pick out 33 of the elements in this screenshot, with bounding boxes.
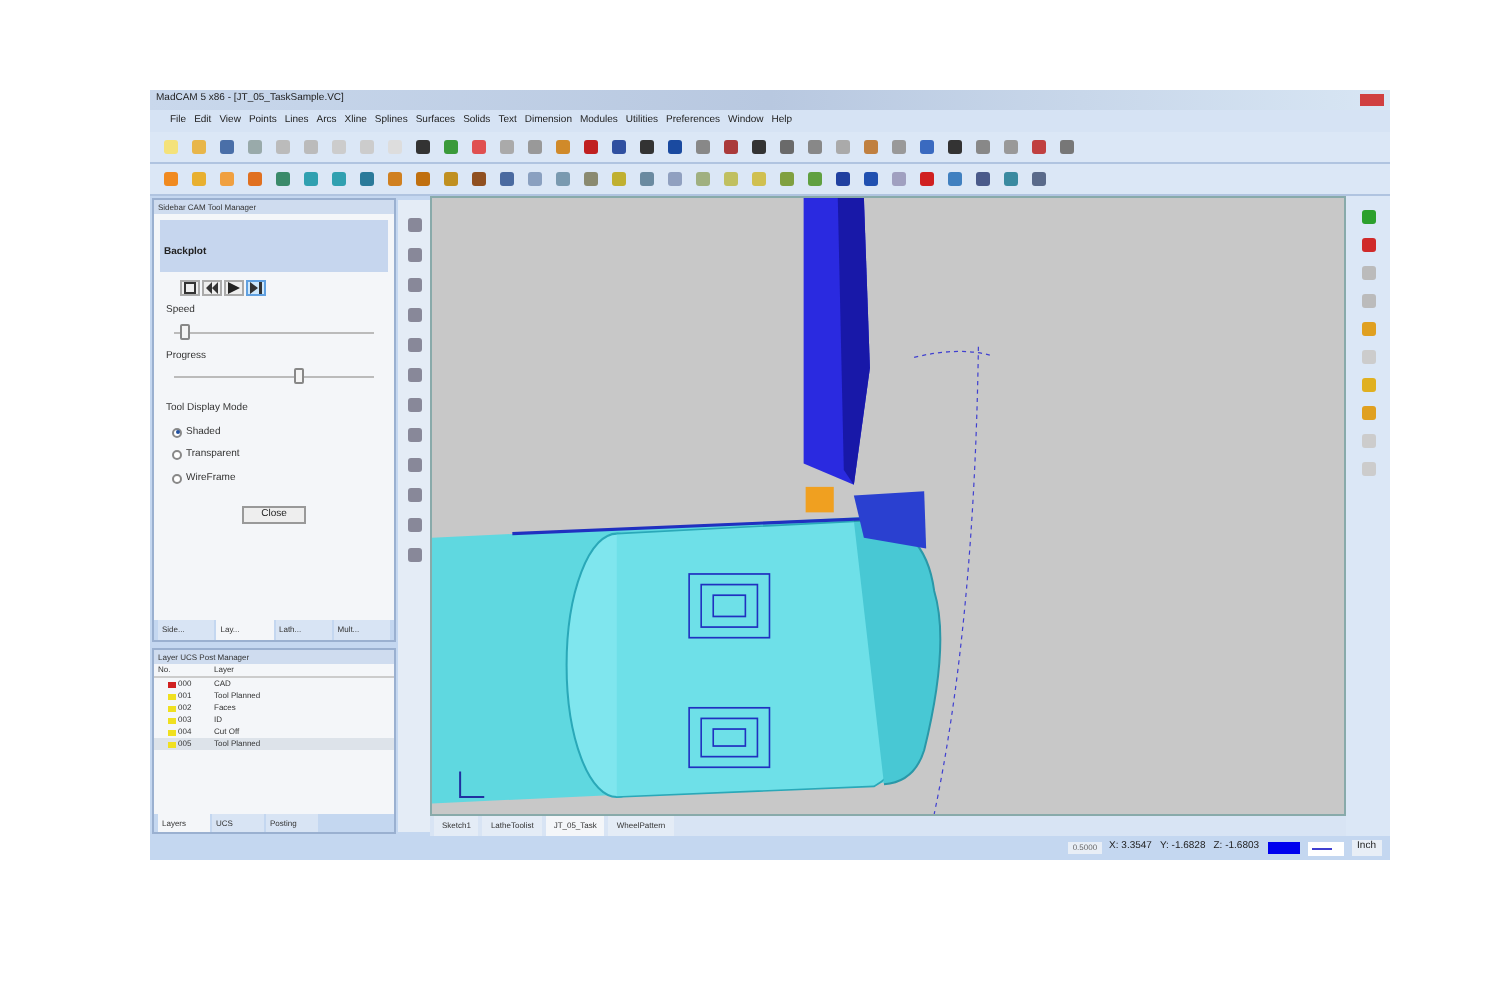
toolbar-button[interactable] (1026, 167, 1050, 191)
axis-icon (459, 771, 485, 799)
playback-button[interactable] (180, 280, 200, 296)
toolbar-button[interactable] (606, 135, 630, 159)
rewind-icon (206, 282, 218, 294)
toolbar-button[interactable] (830, 167, 854, 191)
line-style-dropdown[interactable] (1307, 841, 1344, 855)
toolbar-button[interactable] (914, 167, 938, 191)
play-icon (228, 282, 240, 294)
radio-button[interactable] (172, 427, 182, 438)
radio-button[interactable] (172, 473, 182, 484)
radio-button[interactable] (172, 450, 182, 461)
toolbar-button[interactable] (494, 167, 518, 191)
toolbar-button[interactable] (578, 135, 602, 159)
toolbar-button[interactable] (662, 135, 686, 159)
toolbar-button[interactable] (746, 135, 770, 159)
playback-button[interactable] (202, 280, 222, 296)
slider-thumb[interactable] (180, 323, 190, 339)
slider-thumb[interactable] (294, 368, 304, 384)
stop-icon (184, 282, 196, 294)
toolbar-button[interactable] (970, 167, 994, 191)
toolbar-button[interactable] (774, 135, 798, 159)
playback-button[interactable] (224, 280, 244, 296)
toolbar-button[interactable] (410, 135, 434, 159)
color-swatch[interactable] (1267, 842, 1300, 854)
toolbar-button[interactable] (634, 135, 658, 159)
toolbar-button[interactable] (466, 167, 490, 191)
3d-viewport[interactable] (430, 196, 1346, 816)
toolbar-button[interactable] (942, 135, 966, 159)
toolbar-button[interactable] (718, 135, 742, 159)
step-icon (250, 282, 262, 294)
toolbar-button[interactable] (858, 167, 882, 191)
playback-button[interactable] (246, 280, 266, 296)
